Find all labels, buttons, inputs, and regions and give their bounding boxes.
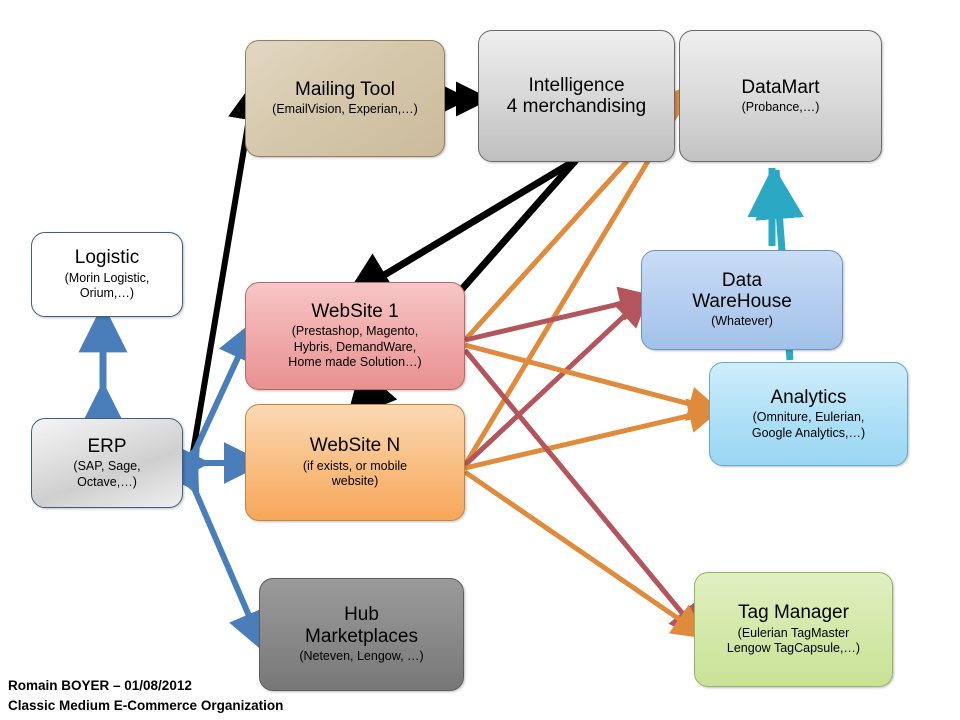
node-subtitle-line2: Octave,…): [77, 474, 137, 489]
node-subtitle-line1: (if exists, or mobile: [302, 458, 408, 473]
node-title-line1: Data: [721, 269, 763, 291]
node-subtitle-line2: Orium,…): [79, 286, 135, 301]
node-subtitle-line1: (Eulerian TagMaster: [737, 625, 850, 640]
node-subtitle-line2: Lengow TagCapsule,…): [726, 641, 861, 656]
edge-websiten-tagmanager: [463, 469, 708, 639]
node-erp[interactable]: ERP (SAP, Sage, Octave,…): [31, 418, 183, 508]
node-subtitle: (Probance,…): [741, 99, 820, 114]
edge-website1-tagmanager: [463, 348, 705, 640]
node-analytics[interactable]: Analytics (Omniture, Eulerian, Google An…: [709, 362, 908, 466]
diagram-title: Classic Medium E-Commerce Organization: [8, 698, 284, 713]
node-subtitle: (Whatever): [711, 314, 773, 329]
node-hub-marketplaces[interactable]: Hub Marketplaces (Neteven, Lengow, …): [259, 578, 464, 691]
edge-intelligence-website1: [343, 156, 578, 300]
node-subtitle-line1: (Prestashop, Magento,: [291, 324, 419, 339]
node-title: WebSite 1: [311, 300, 399, 322]
node-title: ERP: [87, 435, 127, 457]
node-title-line2: 4 merchandising: [506, 96, 647, 117]
edge-websiten-datawarehouse: [463, 292, 650, 467]
node-title-line2: WareHouse: [692, 291, 792, 313]
node-intelligence-4-merchandising[interactable]: Intelligence 4 merchandising: [478, 30, 675, 162]
edge-website1-analytics: [464, 342, 724, 421]
node-subtitle-line2: Google Analytics,…): [751, 425, 866, 440]
edge-website1-datawarehouse: [464, 286, 655, 343]
node-subtitle: (Neteven, Lengow, …): [299, 648, 424, 663]
edge-erp-website1: [160, 319, 258, 493]
node-title: WebSite N: [309, 435, 401, 457]
node-mailing-tool[interactable]: Mailing Tool (EmailVision, Experian,…): [245, 40, 445, 157]
node-subtitle-line2: website): [331, 474, 379, 489]
edge-erp-mailingtool: [187, 78, 270, 471]
node-subtitle-line1: (SAP, Sage,: [73, 459, 141, 473]
node-subtitle-line3: Home made Solution…): [288, 355, 422, 370]
node-logistic[interactable]: Logistic (Morin Logistic, Orium,…): [31, 232, 183, 317]
node-datamart[interactable]: DataMart (Probance,…): [679, 30, 882, 162]
node-subtitle-line1: (Morin Logistic,: [64, 270, 150, 285]
node-title: Tag Manager: [738, 602, 849, 624]
node-title: DataMart: [741, 76, 820, 98]
node-website-1[interactable]: WebSite 1 (Prestashop, Magento, Hybris, …: [245, 282, 465, 390]
diagram-canvas: Mailing Tool (EmailVision, Experian,…) I…: [0, 0, 960, 720]
node-tag-manager[interactable]: Tag Manager (Eulerian TagMaster Lengow T…: [694, 572, 893, 687]
node-website-n[interactable]: WebSite N (if exists, or mobile website): [245, 404, 465, 521]
node-subtitle-line2: Hybris, DemandWare,: [293, 339, 417, 354]
node-title-line2: Marketplaces: [305, 625, 418, 647]
node-title-line1: Intelligence: [528, 74, 625, 96]
node-title: Mailing Tool: [295, 79, 395, 101]
node-title: Logistic: [74, 247, 140, 269]
node-title-line1: Hub: [344, 604, 379, 626]
author-credit: Romain BOYER – 01/08/2012: [8, 678, 192, 693]
node-subtitle: (EmailVision, Experian,…): [272, 102, 418, 117]
node-title: Analytics: [770, 386, 847, 408]
node-data-warehouse[interactable]: Data WareHouse (Whatever): [641, 250, 843, 350]
edge-websiten-analytics: [464, 398, 724, 471]
node-subtitle-line1: (Omniture, Eulerian,: [752, 410, 865, 424]
